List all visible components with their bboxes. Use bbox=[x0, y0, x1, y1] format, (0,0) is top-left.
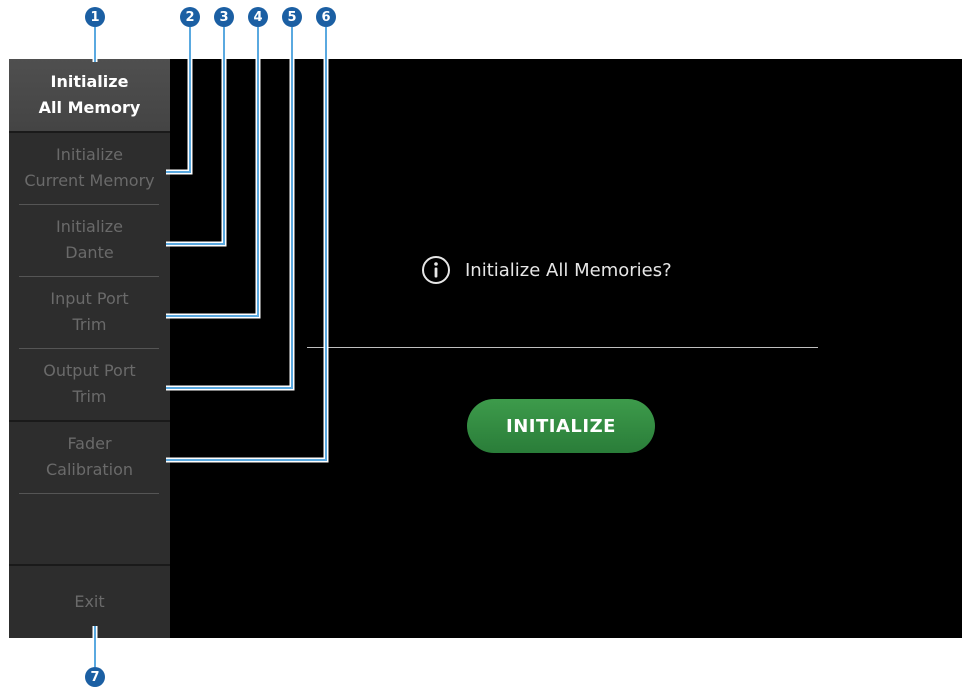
sidebar-item-label: Current Memory bbox=[24, 171, 155, 190]
sidebar-item-label: Dante bbox=[65, 243, 114, 262]
divider bbox=[307, 347, 818, 348]
sidebar-item-label: Trim bbox=[72, 387, 107, 406]
callout-7: 7 bbox=[85, 667, 105, 687]
sidebar-item-fader-calibration[interactable]: Fader Calibration bbox=[9, 422, 170, 492]
sidebar-item-label: Input Port bbox=[50, 289, 129, 308]
sidebar-item-label: Calibration bbox=[45, 460, 134, 479]
sidebar-item-label: All Memory bbox=[38, 98, 141, 117]
confirm-message-text: Initialize All Memories? bbox=[465, 259, 672, 281]
divider bbox=[9, 564, 170, 566]
sidebar-menu: Initialize All Memory Initialize Current… bbox=[9, 59, 170, 638]
callout-3: 3 bbox=[214, 7, 234, 27]
callout-6: 6 bbox=[316, 7, 336, 27]
initialize-button[interactable]: INITIALIZE bbox=[467, 399, 655, 453]
exit-label: Exit bbox=[74, 592, 105, 611]
sidebar-item-label: Initialize bbox=[56, 217, 123, 236]
callout-4: 4 bbox=[248, 7, 268, 27]
sidebar-item-initialize-dante[interactable]: Initialize Dante bbox=[9, 205, 170, 275]
sidebar-item-initialize-current-memory[interactable]: Initialize Current Memory bbox=[9, 133, 170, 203]
sidebar-item-label: Output Port bbox=[43, 361, 136, 380]
sidebar-item-initialize-all-memory[interactable]: Initialize All Memory bbox=[9, 59, 170, 131]
sidebar-item-label: Trim bbox=[72, 315, 107, 334]
sidebar-item-output-port-trim[interactable]: Output Port Trim bbox=[9, 349, 170, 419]
sidebar-item-label: Fader bbox=[67, 434, 112, 453]
callout-2: 2 bbox=[180, 7, 200, 27]
callout-5: 5 bbox=[282, 7, 302, 27]
device-screen: Initialize All Memory Initialize Current… bbox=[9, 59, 962, 638]
exit-button[interactable]: Exit bbox=[9, 567, 170, 637]
divider bbox=[19, 493, 159, 494]
sidebar-item-label: Initialize bbox=[50, 72, 129, 91]
sidebar-item-input-port-trim[interactable]: Input Port Trim bbox=[9, 277, 170, 347]
callout-1: 1 bbox=[85, 7, 105, 27]
info-icon bbox=[422, 256, 450, 284]
confirm-message: Initialize All Memories? bbox=[421, 255, 672, 285]
sidebar-item-label: Initialize bbox=[56, 145, 123, 164]
